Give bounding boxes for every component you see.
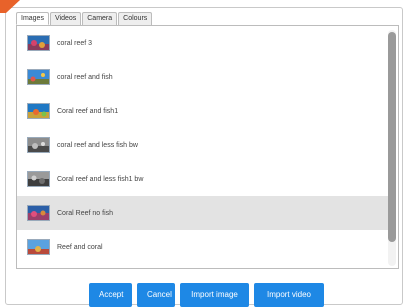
list-item-label: Reef and coral	[57, 243, 103, 251]
list-item-label: Coral reef and less fish1 bw	[57, 175, 144, 183]
tab-videos[interactable]: Videos	[49, 12, 82, 25]
image-thumbnail-icon	[27, 239, 50, 255]
list-item[interactable]: coral reef and fish	[17, 60, 389, 94]
list-item[interactable]: Coral Reef no fish	[17, 196, 389, 230]
tab-colours[interactable]: Colours	[118, 12, 153, 25]
scrollbar-thumb[interactable]	[388, 32, 396, 242]
import-video-button[interactable]: Import video	[254, 283, 324, 307]
list-item-label: coral reef and fish	[57, 73, 113, 81]
image-list: coral reef 3 coral reef and fish Coral r…	[17, 26, 389, 264]
list-item[interactable]: Coral reef and fish1	[17, 94, 389, 128]
list-item-label: Coral Reef no fish	[57, 209, 114, 217]
tab-bar: Images Videos Camera Colours	[16, 12, 153, 26]
cancel-button[interactable]: Cancel	[137, 283, 175, 307]
list-item-label: coral reef 3	[57, 39, 93, 47]
list-item-label: coral reef and less fish bw	[57, 141, 138, 149]
list-scrollbar[interactable]	[388, 30, 396, 266]
image-thumbnail-icon	[27, 171, 50, 187]
image-thumbnail-icon	[27, 35, 50, 51]
image-thumbnail-icon	[27, 205, 50, 221]
image-list-panel: coral reef 3 coral reef and fish Coral r…	[16, 25, 399, 269]
dialog-buttons: Accept Cancel Import image Import video	[89, 283, 324, 307]
list-item[interactable]: Coral reef and less fish1 bw	[17, 162, 389, 196]
list-item-label: Coral reef and fish1	[57, 107, 119, 115]
image-thumbnail-icon	[27, 103, 50, 119]
tab-images[interactable]: Images	[16, 12, 49, 25]
tab-camera[interactable]: Camera	[82, 12, 118, 25]
accept-button[interactable]: Accept	[89, 283, 132, 307]
list-item[interactable]: coral reef and less fish bw	[17, 128, 389, 162]
list-item[interactable]: coral reef 3	[17, 26, 389, 60]
import-image-button[interactable]: Import image	[180, 283, 249, 307]
list-item[interactable]: Reef and coral	[17, 230, 389, 264]
image-thumbnail-icon	[27, 69, 50, 85]
image-thumbnail-icon	[27, 137, 50, 153]
